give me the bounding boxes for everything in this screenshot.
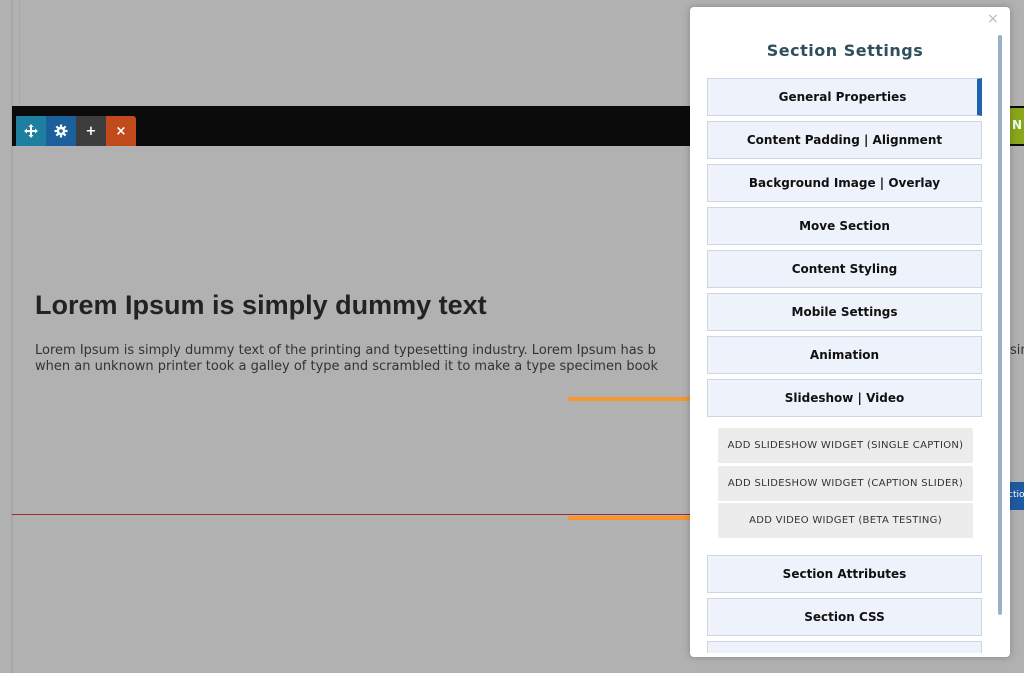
modal-scrollbar[interactable]	[998, 35, 1002, 615]
menu-content-padding[interactable]: Content Padding | Alignment	[707, 121, 982, 159]
close-icon: ×	[115, 123, 127, 139]
menu-general-properties[interactable]: General Properties	[707, 78, 982, 116]
menu-next-item-partial[interactable]	[707, 641, 982, 653]
modal-close-button[interactable]: ×	[987, 11, 999, 27]
menu-content-styling[interactable]: Content Styling	[707, 250, 982, 288]
move-arrows-icon	[24, 124, 38, 138]
add-video-widget-button[interactable]: ADD VIDEO WIDGET (BETA TESTING)	[718, 503, 973, 538]
menu-slideshow-video[interactable]: Slideshow | Video	[707, 379, 982, 417]
paragraph-line-2: when an unknown printer took a galley of…	[35, 359, 659, 374]
page-left-border	[11, 0, 13, 673]
modal-title: Section Settings	[766, 41, 924, 60]
section-settings-modal: × Section Settings General Properties Co…	[690, 7, 1010, 657]
section-settings-button[interactable]	[46, 116, 76, 146]
delete-section-button[interactable]: ×	[106, 116, 136, 146]
menu-animation[interactable]: Animation	[707, 336, 982, 374]
move-section-button[interactable]	[16, 116, 46, 146]
paragraph-line-1: Lorem Ipsum is simply dummy text of the …	[35, 343, 656, 358]
menu-section-css[interactable]: Section CSS	[707, 598, 982, 636]
add-section-button[interactable]: +	[76, 116, 106, 146]
menu-move-section[interactable]: Move Section	[707, 207, 982, 245]
content-paragraph: Lorem Ipsum is simply dummy text of the …	[35, 343, 695, 375]
add-slideshow-caption-slider-button[interactable]: ADD SLIDESHOW WIDGET (CAPTION SLIDER)	[718, 466, 973, 501]
menu-background-image[interactable]: Background Image | Overlay	[707, 164, 982, 202]
menu-mobile-settings[interactable]: Mobile Settings	[707, 293, 982, 331]
side-tab-green[interactable]: N	[1008, 108, 1024, 144]
content-heading: Lorem Ipsum is simply dummy text	[35, 290, 487, 320]
menu-section-attributes[interactable]: Section Attributes	[707, 555, 982, 593]
add-slideshow-single-caption-button[interactable]: ADD SLIDESHOW WIDGET (SINGLE CAPTION)	[718, 428, 973, 463]
section-toolbar: + ×	[16, 116, 136, 146]
paragraph-overflow: sin	[1010, 343, 1024, 358]
gear-icon	[54, 124, 68, 138]
page-inner-border	[19, 0, 20, 106]
plus-icon: +	[85, 123, 97, 139]
